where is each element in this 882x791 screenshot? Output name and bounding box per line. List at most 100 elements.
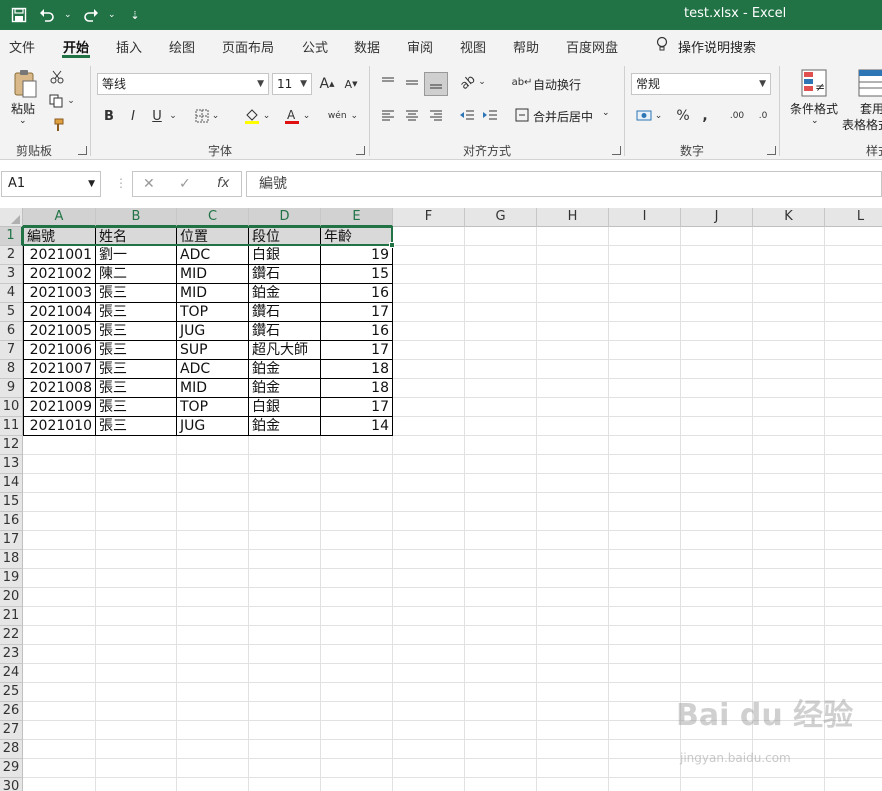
wrap-text-button[interactable]: 自动换行 xyxy=(533,76,581,93)
tab-baidu-netdisk[interactable]: 百度网盘 xyxy=(566,37,618,56)
column-header-e[interactable]: E xyxy=(321,208,393,227)
row-header-20[interactable]: 20 xyxy=(0,588,23,607)
row-header-25[interactable]: 25 xyxy=(0,683,23,702)
comma-button[interactable]: , xyxy=(698,105,712,127)
table-cell[interactable]: 17 xyxy=(321,341,393,360)
table-cell[interactable]: 白銀 xyxy=(249,398,321,417)
tab-data[interactable]: 数据 xyxy=(354,37,380,56)
table-cell[interactable]: 15 xyxy=(321,265,393,284)
column-header-f[interactable]: F xyxy=(393,208,465,227)
number-format-combo[interactable]: 常规 ▼ xyxy=(631,73,771,95)
format-as-table-label-2[interactable]: 表格格式 xyxy=(842,116,882,133)
tab-view[interactable]: 视图 xyxy=(460,37,486,56)
row-header-7[interactable]: 7 xyxy=(0,341,23,360)
table-cell[interactable]: 張三 xyxy=(96,360,177,379)
row-header-1[interactable]: 1 xyxy=(0,227,23,246)
column-header-g[interactable]: G xyxy=(465,208,537,227)
table-cell[interactable]: 超凡大師 xyxy=(249,341,321,360)
table-cell[interactable]: 19 xyxy=(321,246,393,265)
format-as-table-label-1[interactable]: 套用 xyxy=(860,100,882,117)
column-header-j[interactable]: J xyxy=(681,208,753,227)
table-cell[interactable]: TOP xyxy=(177,303,249,322)
row-header-2[interactable]: 2 xyxy=(0,246,23,265)
table-cell[interactable]: 張三 xyxy=(96,284,177,303)
middle-align-icon[interactable] xyxy=(404,74,420,90)
table-cell[interactable]: 張三 xyxy=(96,322,177,341)
column-header-b[interactable]: B xyxy=(96,208,177,227)
redo-icon[interactable] xyxy=(80,4,102,26)
undo-icon[interactable] xyxy=(36,4,58,26)
column-header-a[interactable]: A xyxy=(23,208,96,227)
table-cell[interactable]: 17 xyxy=(321,398,393,417)
grow-font-button[interactable]: A ▲ xyxy=(318,73,336,95)
table-cell[interactable]: 2021008 xyxy=(23,379,96,398)
format-as-table-icon[interactable] xyxy=(858,68,882,98)
row-header-4[interactable]: 4 xyxy=(0,284,23,303)
orientation-icon[interactable]: ab ⌄ xyxy=(457,72,488,92)
column-header-d[interactable]: D xyxy=(249,208,321,227)
tab-help[interactable]: 帮助 xyxy=(513,37,539,56)
row-header-13[interactable]: 13 xyxy=(0,455,23,474)
row-header-3[interactable]: 3 xyxy=(0,265,23,284)
row-header-8[interactable]: 8 xyxy=(0,360,23,379)
insert-function-icon[interactable]: fx xyxy=(217,176,229,191)
row-header-12[interactable]: 12 xyxy=(0,436,23,455)
font-size-combo[interactable]: 11 ▼ xyxy=(272,73,312,95)
save-icon[interactable] xyxy=(8,4,30,26)
row-header-16[interactable]: 16 xyxy=(0,512,23,531)
conditional-dropdown-icon[interactable]: ⌄ xyxy=(811,116,819,126)
tab-formulas[interactable]: 公式 xyxy=(302,37,328,56)
alignment-launcher-icon[interactable] xyxy=(612,146,621,155)
merge-center-button[interactable]: 合并后居中 xyxy=(533,108,593,125)
table-cell[interactable]: 17 xyxy=(321,303,393,322)
paste-button[interactable]: 粘贴 xyxy=(11,100,35,117)
row-header-14[interactable]: 14 xyxy=(0,474,23,493)
table-cell[interactable]: 鑽石 xyxy=(249,322,321,341)
row-header-18[interactable]: 18 xyxy=(0,550,23,569)
table-cell[interactable]: SUP xyxy=(177,341,249,360)
row-header-27[interactable]: 27 xyxy=(0,721,23,740)
column-header-h[interactable]: H xyxy=(537,208,609,227)
font-name-combo[interactable]: 等线 ▼ xyxy=(97,73,269,95)
table-cell[interactable]: 鉑金 xyxy=(249,379,321,398)
column-header-k[interactable]: K xyxy=(753,208,825,227)
phonetic-guide-button[interactable]: wén ⌄ xyxy=(326,105,360,127)
merge-dropdown-icon[interactable]: ⌄ xyxy=(602,108,610,118)
bottom-align-icon[interactable] xyxy=(424,72,448,96)
table-cell[interactable]: 鑽石 xyxy=(249,265,321,284)
tab-insert[interactable]: 插入 xyxy=(116,37,142,56)
table-cell[interactable]: ADC xyxy=(177,360,249,379)
table-cell[interactable]: 2021009 xyxy=(23,398,96,417)
merge-center-icon[interactable] xyxy=(514,107,530,123)
table-cell[interactable]: MID xyxy=(177,265,249,284)
table-cell[interactable]: MID xyxy=(177,284,249,303)
paste-dropdown-icon[interactable]: ⌄ xyxy=(19,116,27,126)
row-header-26[interactable]: 26 xyxy=(0,702,23,721)
undo-dropdown-icon[interactable]: ⌄ xyxy=(64,10,74,20)
copy-icon[interactable]: ⌄ xyxy=(48,92,76,110)
table-cell[interactable]: 張三 xyxy=(96,398,177,417)
column-header-i[interactable]: I xyxy=(609,208,681,227)
row-header-11[interactable]: 11 xyxy=(0,417,23,436)
row-header-17[interactable]: 17 xyxy=(0,531,23,550)
row-header-6[interactable]: 6 xyxy=(0,322,23,341)
row-header-22[interactable]: 22 xyxy=(0,626,23,645)
table-cell[interactable]: 14 xyxy=(321,417,393,436)
table-cell[interactable]: 陳二 xyxy=(96,265,177,284)
fill-color-icon[interactable]: ⌄ xyxy=(240,105,274,127)
table-cell[interactable]: 2021002 xyxy=(23,265,96,284)
redo-dropdown-icon[interactable]: ⌄ xyxy=(108,10,118,20)
cancel-icon[interactable]: ✕ xyxy=(143,176,155,192)
row-header-28[interactable]: 28 xyxy=(0,740,23,759)
row-header-29[interactable]: 29 xyxy=(0,759,23,778)
tab-file[interactable]: 文件 xyxy=(9,37,35,56)
borders-icon[interactable]: ⌄ xyxy=(192,105,222,127)
row-header-15[interactable]: 15 xyxy=(0,493,23,512)
table-cell[interactable]: JUG xyxy=(177,322,249,341)
row-header-21[interactable]: 21 xyxy=(0,607,23,626)
wrap-text-icon[interactable]: ab↵ xyxy=(512,74,533,90)
accounting-format-icon[interactable]: ⌄ xyxy=(632,105,666,127)
decrease-indent-icon[interactable] xyxy=(458,107,476,123)
table-cell[interactable]: JUG xyxy=(177,417,249,436)
conditional-formatting-icon[interactable]: ≠ xyxy=(800,68,828,98)
